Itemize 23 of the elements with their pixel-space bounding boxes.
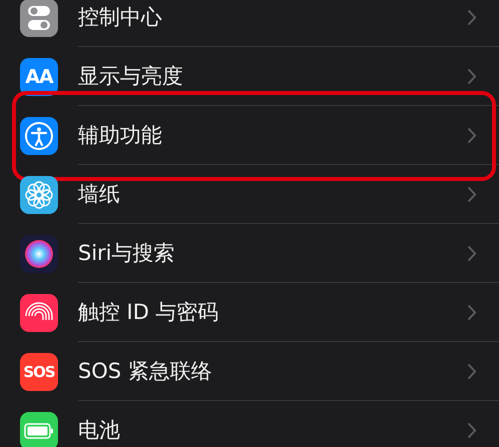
chevron-icon [467, 244, 477, 262]
settings-item[interactable]: 电池 [78, 416, 467, 444]
settings-item[interactable]: 墙纸 [78, 180, 467, 208]
chevron-icon [467, 68, 477, 84]
accessibility-icon [20, 116, 58, 154]
sos-icon: SOS [20, 352, 58, 390]
chevron-icon [467, 422, 477, 438]
chevron-icon [467, 362, 477, 380]
toggle-switches-icon [20, 0, 58, 36]
battery-icon [20, 412, 58, 447]
chevron-icon [467, 126, 477, 144]
chevron-icon [467, 304, 477, 320]
settings-item[interactable]: Siri与搜索 [78, 239, 467, 267]
settings-item[interactable]: 触控 ID 与密码 [78, 298, 467, 326]
text-size-icon: AA [20, 58, 58, 96]
settings-item[interactable]: SOS 紧急联络 [78, 357, 467, 385]
siri-orb-icon [20, 234, 58, 272]
chevron-icon [467, 186, 477, 202]
settings-item[interactable]: 辅助功能 [78, 121, 467, 149]
flower-icon [20, 176, 58, 214]
settings-item[interactable]: 显示与亮度 [78, 62, 467, 90]
settings-item[interactable]: 控制中心 [78, 3, 467, 31]
chevron-icon [467, 8, 477, 26]
